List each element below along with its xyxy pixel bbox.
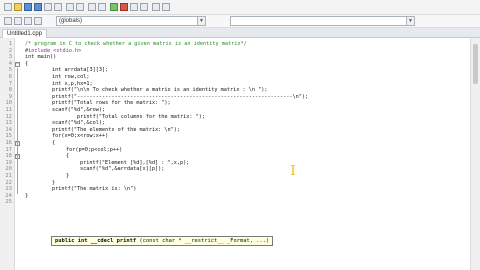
line-number: 8 (8, 87, 12, 94)
scope-combo[interactable]: (globals) ▼ (56, 16, 206, 26)
code-line[interactable]: } (52, 180, 55, 187)
line-number: 17 (5, 146, 12, 153)
save-all-button[interactable] (34, 3, 42, 11)
code-line[interactable]: scanf("%d",&col); (52, 120, 105, 127)
fold-toggle-icon[interactable]: − (15, 61, 20, 67)
code-line[interactable]: printf("Total columns for the matrix: ")… (52, 114, 205, 121)
line-number: 13 (5, 120, 12, 127)
close-button[interactable] (44, 3, 52, 11)
chevron-down-icon: ▼ (406, 17, 414, 25)
code-line[interactable]: for(x=0;x<row;x++) (52, 133, 108, 140)
code-line[interactable]: { (25, 61, 28, 68)
line-number: 7 (8, 80, 12, 87)
line-number: 20 (5, 166, 12, 173)
code-line[interactable]: int arrdata[3][3]; (52, 67, 108, 74)
line-number: 15 (5, 133, 12, 140)
code-line[interactable]: for(p=0;p<col;p++) (66, 147, 122, 154)
code-line[interactable]: int x,p,hx=1; (52, 81, 93, 88)
find-button[interactable] (88, 3, 96, 11)
code-line[interactable]: printf("The matrix is: \n") (52, 186, 136, 193)
function-signature-tooltip: public int __cdecl printf (const char * … (51, 236, 274, 246)
line-number: 19 (5, 159, 12, 166)
line-number: 16 (5, 140, 12, 146)
line-number: 9 (8, 93, 12, 100)
code-line[interactable]: int row,col; (52, 74, 89, 81)
code-line[interactable]: scanf("%d",&arrdata[x][p]); (80, 166, 164, 173)
compile-button[interactable] (110, 3, 118, 11)
compile-run-button[interactable] (130, 3, 138, 11)
code-line[interactable]: printf("\n\n To check whether a matrix i… (52, 87, 268, 94)
line-number: 22 (5, 179, 12, 186)
debug-button[interactable] (152, 3, 160, 11)
editor-tab-bar: Untitled1.cpp (0, 28, 480, 39)
toggle-bookmark-button[interactable] (24, 17, 32, 25)
text-cursor-icon (291, 165, 295, 175)
tooltip-signature-bold: public int __cdecl printf (55, 238, 137, 244)
line-number: 2 (8, 47, 12, 54)
vertical-scrollbar[interactable] (470, 38, 480, 270)
undo-button[interactable] (66, 3, 74, 11)
print-button[interactable] (54, 3, 62, 11)
main-toolbar (0, 0, 480, 15)
code-line[interactable]: /* program in C to check whether a given… (25, 41, 247, 48)
line-number: 10 (5, 100, 12, 107)
function-combo[interactable]: ▼ (230, 16, 415, 26)
fold-guide (17, 68, 18, 194)
code-line[interactable]: printf("The elements of the matrix: \n")… (52, 127, 180, 134)
redo-button[interactable] (76, 3, 84, 11)
line-number: 18 (5, 153, 12, 160)
code-line[interactable]: printf("Element [%d],[%d] : ",x,p); (80, 160, 189, 167)
code-line[interactable]: printf("Total rows for the matrix: "); (52, 100, 171, 107)
chevron-down-icon: ▼ (197, 17, 205, 25)
rebuild-button[interactable] (140, 3, 148, 11)
scrollbar-thumb[interactable] (473, 44, 478, 84)
line-number: 25 (5, 199, 12, 206)
run-button[interactable] (120, 3, 128, 11)
code-line[interactable]: scanf("%d",&row); (52, 107, 105, 114)
open-file-button[interactable] (14, 3, 22, 11)
line-number: 12 (5, 113, 12, 120)
code-line[interactable]: { (66, 153, 69, 160)
scope-combo-value: (globals) (59, 18, 83, 24)
line-number: 5 (8, 67, 12, 74)
line-number: 3 (8, 54, 12, 61)
tooltip-signature-params: (const char * __restrict__ _Format, ...) (136, 238, 270, 244)
profile-button[interactable] (162, 3, 170, 11)
code-line[interactable]: printf("--------------------------------… (52, 94, 308, 101)
code-line[interactable]: int main() (25, 54, 56, 61)
line-number: 21 (5, 173, 12, 179)
line-number: 24 (5, 192, 12, 199)
class-browser-toolbar: (globals) ▼ ▼ (0, 15, 480, 28)
code-line[interactable]: { (52, 140, 55, 147)
line-number: 23 (5, 186, 12, 193)
replace-button[interactable] (98, 3, 106, 11)
code-line[interactable]: } (66, 173, 69, 180)
save-button[interactable] (24, 3, 32, 11)
new-file-button[interactable] (4, 3, 12, 11)
code-editor[interactable]: 1 /* program in C to check whether a give… (0, 38, 470, 270)
insert-button[interactable] (14, 17, 22, 25)
line-number: 14 (5, 126, 12, 133)
line-number: 4 (8, 60, 12, 67)
goto-bookmark-button[interactable] (34, 17, 42, 25)
new-class-button[interactable] (4, 17, 12, 25)
line-number: 6 (8, 74, 12, 80)
line-number: 1 (8, 41, 12, 47)
code-line[interactable]: #include <stdio.h> (25, 48, 81, 55)
code-line[interactable]: } (25, 193, 28, 200)
line-number: 11 (5, 107, 12, 113)
